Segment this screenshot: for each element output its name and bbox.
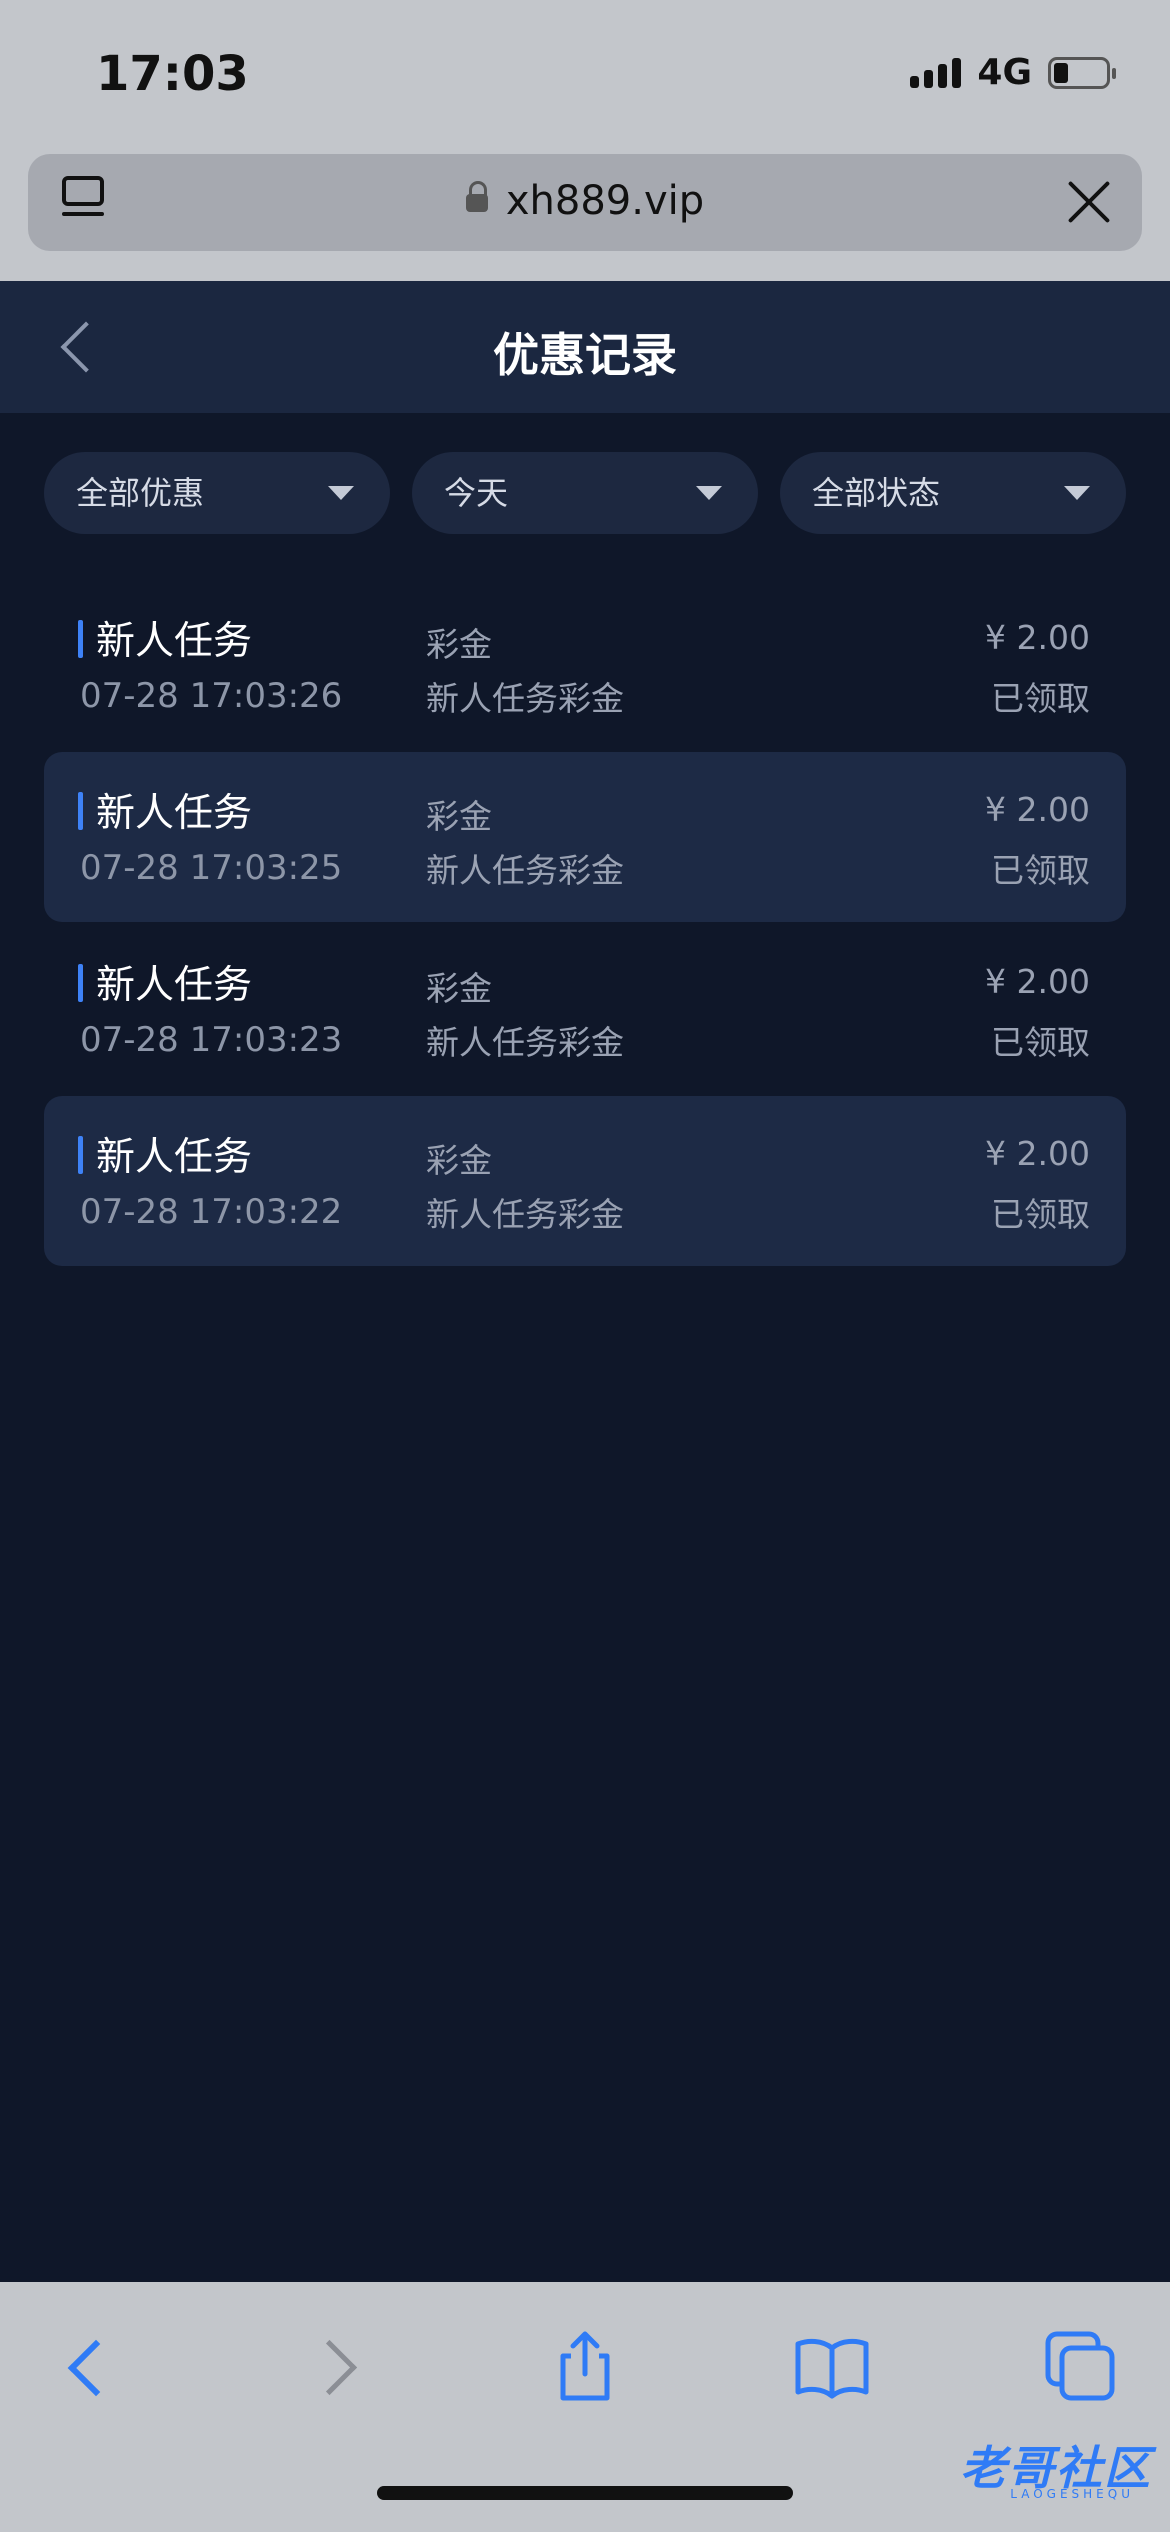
record-title: 新人任务 bbox=[96, 963, 253, 1008]
network-label: 4G bbox=[977, 52, 1032, 93]
record-type: 彩金 bbox=[426, 625, 492, 664]
tabs-icon[interactable] bbox=[1040, 2326, 1120, 2406]
accent-bar bbox=[78, 1136, 83, 1174]
browser-forward-icon[interactable] bbox=[300, 2326, 380, 2406]
record-amount: ¥ 2.00 bbox=[985, 790, 1090, 829]
browser-back-icon[interactable] bbox=[48, 2326, 128, 2406]
accent-bar bbox=[78, 792, 83, 830]
signal-icon bbox=[910, 57, 962, 88]
record-desc: 新人任务彩金 bbox=[426, 851, 624, 890]
share-icon[interactable] bbox=[545, 2326, 625, 2406]
battery-icon bbox=[1048, 56, 1116, 89]
list-item[interactable]: 新人任务 07-28 17:03:23 彩金 新人任务彩金 ¥ 2.00 已领取 bbox=[44, 924, 1126, 1094]
accent-bar bbox=[78, 964, 83, 1002]
filter-date[interactable]: 今天 bbox=[412, 452, 758, 534]
accent-bar bbox=[78, 620, 83, 658]
lock-icon bbox=[465, 181, 488, 212]
browser-top-bar: 17:03 4G xh889.vip bbox=[0, 0, 1170, 281]
list-item[interactable]: 新人任务 07-28 17:03:25 彩金 新人任务彩金 ¥ 2.00 已领取 bbox=[44, 752, 1126, 922]
app-header: 优惠记录 bbox=[0, 281, 1170, 413]
url-text: xh889.vip bbox=[505, 178, 705, 224]
watermark-subtext: LAOGESHEQU bbox=[1010, 2487, 1134, 2501]
filter-label: 全部优惠 bbox=[76, 474, 205, 512]
home-indicator bbox=[377, 2486, 793, 2500]
record-desc: 新人任务彩金 bbox=[426, 679, 624, 718]
status-time: 17:03 bbox=[96, 46, 249, 102]
caret-down-icon bbox=[1064, 486, 1090, 500]
filter-label: 全部状态 bbox=[812, 474, 941, 512]
bookmarks-icon[interactable] bbox=[792, 2326, 872, 2406]
close-icon[interactable] bbox=[1066, 178, 1112, 224]
record-status: 已领取 bbox=[991, 851, 1090, 890]
record-time: 07-28 17:03:23 bbox=[80, 1020, 343, 1060]
record-amount: ¥ 2.00 bbox=[985, 962, 1090, 1001]
record-status: 已领取 bbox=[991, 1023, 1090, 1062]
record-title: 新人任务 bbox=[96, 619, 253, 664]
record-title: 新人任务 bbox=[96, 1135, 253, 1180]
caret-down-icon bbox=[328, 486, 354, 500]
page-title: 优惠记录 bbox=[493, 328, 677, 382]
record-title: 新人任务 bbox=[96, 791, 253, 836]
record-status: 已领取 bbox=[991, 679, 1090, 718]
record-status: 已领取 bbox=[991, 1195, 1090, 1234]
caret-down-icon bbox=[696, 486, 722, 500]
record-amount: ¥ 2.00 bbox=[985, 618, 1090, 657]
record-amount: ¥ 2.00 bbox=[985, 1134, 1090, 1173]
record-type: 彩金 bbox=[426, 1141, 492, 1180]
filter-promo-type[interactable]: 全部优惠 bbox=[44, 452, 390, 534]
record-time: 07-28 17:03:22 bbox=[80, 1192, 343, 1232]
list-item[interactable]: 新人任务 07-28 17:03:26 彩金 新人任务彩金 ¥ 2.00 已领取 bbox=[44, 580, 1126, 750]
filter-status[interactable]: 全部状态 bbox=[780, 452, 1126, 534]
record-desc: 新人任务彩金 bbox=[426, 1023, 624, 1062]
address-bar[interactable]: xh889.vip bbox=[28, 154, 1142, 251]
record-type: 彩金 bbox=[426, 797, 492, 836]
record-time: 07-28 17:03:25 bbox=[80, 848, 343, 888]
record-desc: 新人任务彩金 bbox=[426, 1195, 624, 1234]
filter-label: 今天 bbox=[444, 474, 509, 512]
record-time: 07-28 17:03:26 bbox=[80, 676, 343, 716]
record-type: 彩金 bbox=[426, 969, 492, 1008]
filter-bar: 全部优惠 今天 全部状态 bbox=[44, 452, 1126, 534]
status-indicators: 4G bbox=[910, 52, 1116, 93]
url-field[interactable]: xh889.vip bbox=[28, 178, 1142, 224]
list-item[interactable]: 新人任务 07-28 17:03:22 彩金 新人任务彩金 ¥ 2.00 已领取 bbox=[44, 1096, 1126, 1266]
record-list: 新人任务 07-28 17:03:26 彩金 新人任务彩金 ¥ 2.00 已领取… bbox=[44, 580, 1126, 1268]
